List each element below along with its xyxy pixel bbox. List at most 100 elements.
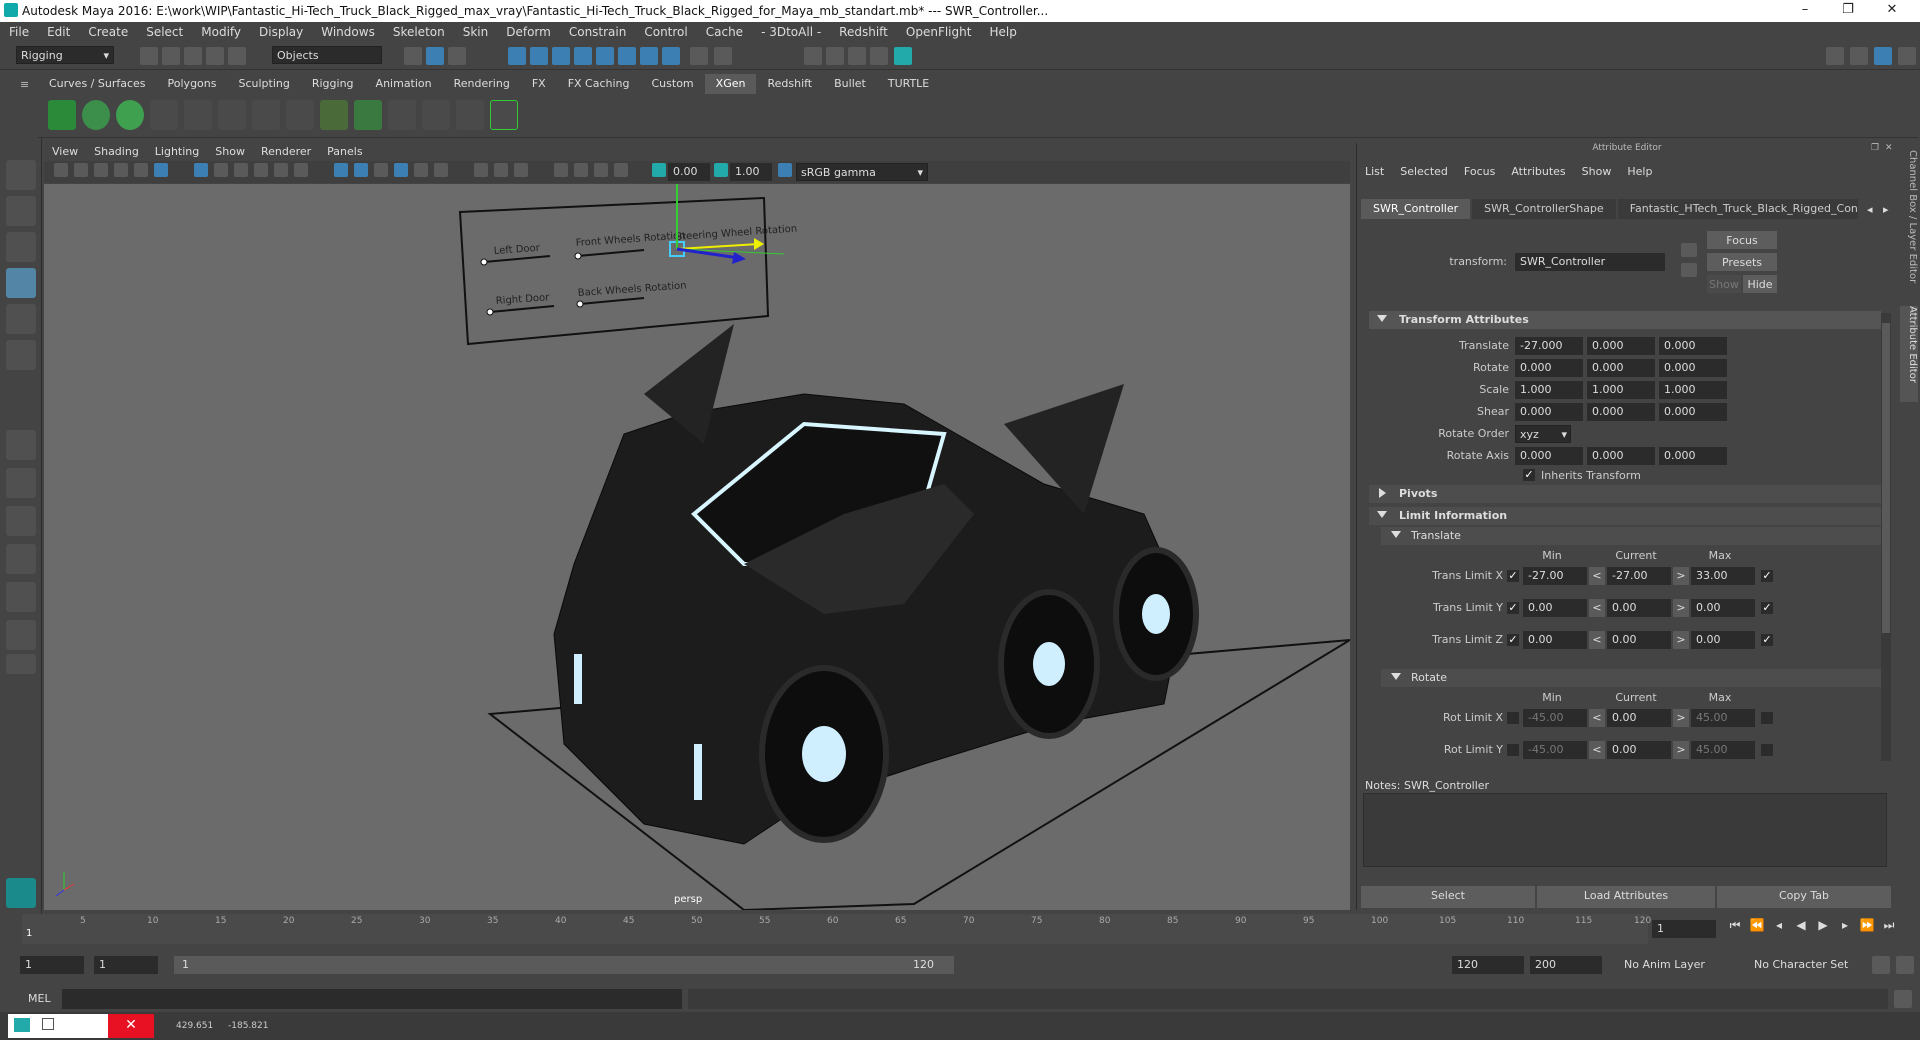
panel-menu-view[interactable]: View [44, 143, 86, 161]
xgen-convert-icon[interactable] [490, 100, 518, 130]
lock-icon[interactable] [690, 47, 708, 65]
menu-constrain[interactable]: Constrain [560, 22, 636, 42]
menu-redshift[interactable]: Redshift [830, 22, 897, 42]
panel-menu-renderer[interactable]: Renderer [253, 143, 319, 161]
move-manipulator[interactable] [676, 184, 785, 264]
input-output-icon[interactable] [618, 47, 636, 65]
load-attributes-button[interactable]: Load Attributes [1537, 886, 1715, 908]
shelf-tab-turtle[interactable]: TURTLE [877, 74, 940, 94]
outliner-toggle-icon[interactable] [1850, 47, 1868, 65]
shelf-tab-animation[interactable]: Animation [365, 74, 443, 94]
go-to-start-icon[interactable]: ⏮ [1726, 918, 1744, 936]
restore-window-icon[interactable] [42, 1018, 54, 1030]
exposure-icon[interactable] [652, 163, 666, 177]
play-forwards-icon[interactable]: ▶ [1814, 918, 1832, 936]
xgen-layers-icon[interactable] [354, 100, 382, 130]
rotate-y-field[interactable]: 0.000 [1587, 359, 1655, 377]
input-connection-icon[interactable] [1681, 243, 1697, 257]
limit-information-section[interactable]: Limit Information [1369, 507, 1881, 525]
render-current-frame-icon[interactable] [826, 47, 844, 65]
script-editor-icon[interactable] [1894, 990, 1912, 1008]
snap-curve-icon[interactable] [530, 47, 548, 65]
menu-modify[interactable]: Modify [192, 22, 250, 42]
channel-box-toggle-icon[interactable] [1874, 47, 1892, 65]
trans-limit-x-min-field[interactable]: -27.00 [1523, 567, 1587, 585]
save-scene-icon[interactable] [184, 47, 202, 65]
minimize-button[interactable]: – [1785, 2, 1825, 20]
menu-set-dropdown[interactable]: Rigging ▾ [16, 46, 114, 64]
go-to-end-icon[interactable]: ⏭ [1880, 918, 1898, 936]
shelf-tab-polygons[interactable]: Polygons [157, 74, 228, 94]
left-door-handle[interactable] [480, 258, 488, 266]
close-panel-icon[interactable]: ✕ [1885, 143, 1895, 153]
ae-menu-focus[interactable]: Focus [1456, 163, 1503, 180]
rotate-limits-subsection[interactable]: Rotate [1381, 669, 1881, 687]
ipr-render-icon[interactable] [848, 47, 866, 65]
step-forward-key-icon[interactable]: ⏩ [1858, 918, 1876, 936]
shelf-tab-custom[interactable]: Custom [641, 74, 705, 94]
resolution-gate-icon[interactable] [234, 163, 248, 177]
xgen-add-guide-icon[interactable] [184, 100, 212, 130]
xgen-select-guide-icon[interactable] [252, 100, 280, 130]
maya-window-icon[interactable] [14, 1018, 30, 1032]
rot-limit-x-current-field[interactable]: 0.00 [1607, 709, 1671, 727]
right-door-handle[interactable] [486, 308, 494, 316]
snap-view-plane-icon[interactable] [574, 47, 592, 65]
new-scene-icon[interactable] [140, 47, 158, 65]
pivots-section[interactable]: Pivots [1369, 485, 1881, 503]
trans-limit-z-current-field[interactable]: 0.00 [1607, 631, 1671, 649]
color-management-icon[interactable] [778, 163, 792, 177]
use-all-lights-icon[interactable] [414, 163, 428, 177]
trans-limit-z-min-checkbox[interactable]: ✓ [1507, 634, 1519, 646]
hypershade-icon[interactable] [894, 47, 912, 65]
rot-limit-x-min-field[interactable]: -45.00 [1523, 709, 1587, 727]
shadows-icon[interactable] [434, 163, 448, 177]
focus-button[interactable]: Focus [1707, 231, 1777, 249]
exposure-field[interactable]: 0.00 [668, 163, 710, 181]
current-frame-field[interactable]: 1 [1652, 920, 1716, 938]
set-min-arrow-icon[interactable]: < [1589, 709, 1605, 727]
set-min-arrow-icon[interactable]: < [1589, 599, 1605, 617]
redo-icon[interactable] [228, 47, 246, 65]
play-backwards-icon[interactable]: ◀ [1792, 918, 1810, 936]
panel-menu-shading[interactable]: Shading [86, 143, 147, 161]
menu-skeleton[interactable]: Skeleton [384, 22, 454, 42]
rot-limit-x-max-field[interactable]: 45.00 [1691, 709, 1755, 727]
command-input[interactable] [62, 989, 682, 1009]
close-window-icon[interactable]: ✕ [108, 1014, 154, 1038]
show-button[interactable]: Show [1707, 275, 1741, 293]
smooth-shade-icon[interactable] [354, 163, 368, 177]
playback-end-field[interactable]: 120 [1452, 956, 1524, 974]
panel-menu-panels[interactable]: Panels [319, 143, 370, 161]
set-max-arrow-icon[interactable]: > [1673, 599, 1689, 617]
wireframe-icon[interactable] [334, 163, 348, 177]
shear-x-field[interactable]: 0.000 [1515, 403, 1583, 421]
rot-limit-y-max-field[interactable]: 45.00 [1691, 741, 1755, 759]
tab-truck-controller[interactable]: Fantastic_HTech_Truck_Black_Rigged_Contr… [1617, 199, 1858, 219]
trans-limit-z-max-checkbox[interactable]: ✓ [1761, 634, 1773, 646]
scale-tool-icon[interactable] [6, 340, 36, 370]
anim-layer-dropdown[interactable]: No Anim Layer [1620, 956, 1742, 974]
four-view-layout-icon[interactable] [6, 468, 36, 498]
rot-limit-x-min-checkbox[interactable] [1507, 712, 1519, 724]
scrollbar-thumb[interactable] [1882, 323, 1890, 633]
scale-z-field[interactable]: 1.000 [1659, 381, 1727, 399]
construction-history-icon[interactable] [640, 47, 658, 65]
view-transform-dropdown[interactable]: sRGB gamma ▾ [796, 163, 928, 181]
rot-limit-y-current-field[interactable]: 0.00 [1607, 741, 1671, 759]
gamma-icon[interactable] [714, 163, 728, 177]
shelf-tab-fx[interactable]: FX [521, 74, 557, 94]
notes-textarea[interactable] [1363, 793, 1887, 867]
panel-menu-lighting[interactable]: Lighting [147, 143, 207, 161]
step-back-key-icon[interactable]: ⏪ [1748, 918, 1766, 936]
controller-panel[interactable]: Left Door Front Wheels Rotation Steering… [458, 196, 798, 346]
translate-limits-subsection[interactable]: Translate [1381, 527, 1881, 545]
close-button[interactable]: ✕ [1872, 2, 1912, 20]
open-scene-icon[interactable] [162, 47, 180, 65]
shelf-tab-fx-caching[interactable]: FX Caching [557, 74, 641, 94]
render-settings-icon[interactable] [870, 47, 888, 65]
scale-y-field[interactable]: 1.000 [1587, 381, 1655, 399]
trans-limit-x-current-field[interactable]: -27.00 [1607, 567, 1671, 585]
single-perspective-layout-icon[interactable] [6, 430, 36, 460]
image-plane-icon[interactable] [114, 163, 128, 177]
